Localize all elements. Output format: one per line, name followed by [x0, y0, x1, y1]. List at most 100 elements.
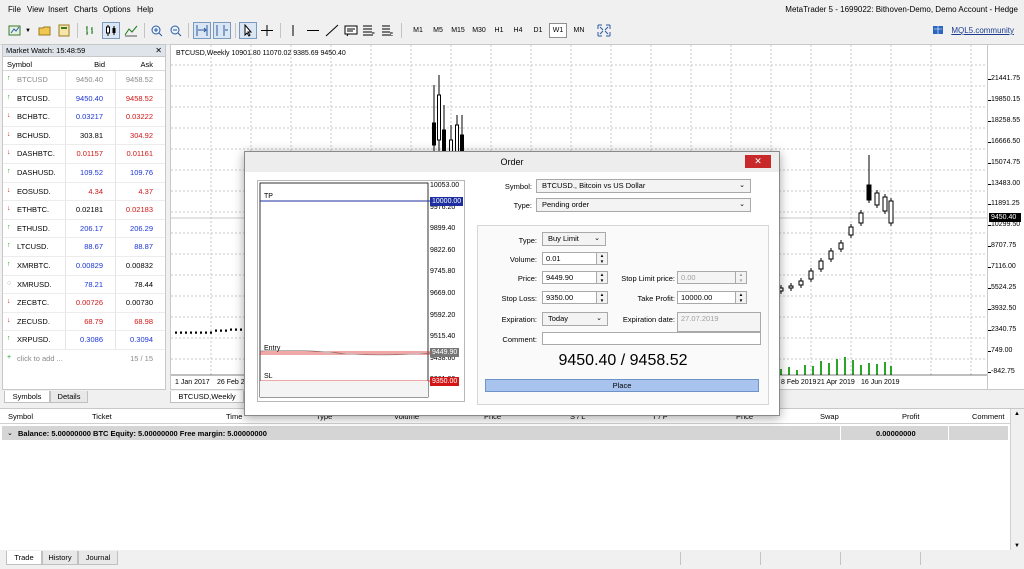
- fullscreen-button[interactable]: [595, 22, 613, 39]
- price-input[interactable]: 9449.90 ▲ ▼: [542, 271, 608, 284]
- svg-text:F: F: [372, 32, 375, 37]
- market-watch-row[interactable]: ↓ ZECUSD. 68.79 68.98: [3, 312, 165, 332]
- timeframe-h1[interactable]: H1: [491, 23, 507, 38]
- close-icon[interactable]: ✕: [155, 45, 162, 56]
- market-watch-icon: [58, 24, 70, 37]
- market-watch-row[interactable]: ↑ BTCUSD. 9450.40 9458.52: [3, 89, 165, 109]
- market-watch-row[interactable]: ↓ EOSUSD. 4.34 4.37: [3, 182, 165, 202]
- stop-limit-input[interactable]: 0.00 ▲ ▼: [677, 271, 747, 284]
- arrow-down-icon: ↓: [7, 205, 11, 213]
- price-spinner[interactable]: ▲ ▼: [596, 272, 607, 283]
- stop-loss-input[interactable]: 9350.00 ▲ ▼: [542, 291, 608, 304]
- order-type-select[interactable]: Pending order ⌄: [536, 198, 751, 212]
- circle-icon: ○: [7, 279, 12, 287]
- mini-chart-price-label: 9669.00: [430, 290, 456, 297]
- menu-options[interactable]: Options: [103, 5, 131, 14]
- bar-chart-button[interactable]: [82, 22, 100, 39]
- comment-input[interactable]: [542, 332, 761, 345]
- vertical-line-button[interactable]: [284, 22, 302, 39]
- menu-view[interactable]: View: [27, 5, 44, 14]
- tab-journal[interactable]: Journal: [78, 551, 118, 565]
- price-scale[interactable]: 21441.75 19850.15 18258.55 16666.50 15074.75…: [988, 44, 1024, 390]
- market-watch-row[interactable]: ↓ BCHUSD. 303.81 304.92: [3, 126, 165, 146]
- market-watch-row[interactable]: ↑ LTCUSD. 88.67 88.87: [3, 238, 165, 257]
- tab-symbols[interactable]: Symbols: [4, 391, 50, 403]
- zoom-in-button[interactable]: [148, 22, 166, 39]
- menu-file[interactable]: File: [8, 5, 21, 14]
- tab-chart-btcusd-weekly[interactable]: BTCUSD,Weekly: [170, 391, 244, 403]
- fibonacci-button[interactable]: F: [360, 22, 378, 39]
- market-watch-row[interactable]: ↑ BTCUSD 9450.40 9458.52: [3, 71, 165, 90]
- mql5-community-link[interactable]: MQL5.community: [951, 26, 1014, 35]
- market-watch-row[interactable]: ↓ DASHBTC. 0.01157 0.01161: [3, 145, 165, 164]
- candlestick-button[interactable]: [102, 22, 120, 39]
- expiration-date-input[interactable]: 27.07.2019: [677, 312, 761, 332]
- symbol-value: BTCUSD., Bitcoin vs US Dollar: [542, 181, 646, 190]
- horizontal-line-button[interactable]: [304, 22, 322, 39]
- volume-spinner[interactable]: ▲ ▼: [596, 253, 607, 264]
- timeframe-w1[interactable]: W1: [549, 23, 567, 38]
- column-time[interactable]: Time: [226, 412, 242, 421]
- chevron-down-icon: ▼: [25, 27, 31, 34]
- column-symbol[interactable]: Symbol: [7, 60, 32, 69]
- column-comment[interactable]: Comment: [972, 412, 1005, 421]
- order-type-label: Type:: [513, 201, 532, 210]
- tab-history[interactable]: History: [42, 551, 78, 565]
- balance-row[interactable]: ⌄ Balance: 5.00000000 BTC Equity: 5.0000…: [2, 426, 1008, 440]
- close-button[interactable]: ✕: [745, 155, 771, 168]
- market-watch-row[interactable]: ↓ BCHBTC. 0.03217 0.03222: [3, 108, 165, 127]
- add-symbol-row[interactable]: + click to add ... 15 / 15: [3, 350, 165, 368]
- market-watch-row[interactable]: ↑ ETHUSD. 206.17 206.29: [3, 219, 165, 239]
- take-profit-spinner[interactable]: ▲ ▼: [735, 292, 746, 303]
- cursor-button[interactable]: [239, 22, 257, 39]
- market-watch-row[interactable]: ↑ DASHUSD. 109.52 109.76: [3, 163, 165, 183]
- chart-mark: [205, 332, 207, 334]
- stop-loss-spinner[interactable]: ▲ ▼: [596, 292, 607, 303]
- date-label: 16 Jun 2019: [861, 379, 900, 386]
- trendline-button[interactable]: [323, 22, 341, 39]
- new-chart-button[interactable]: [6, 22, 24, 39]
- timeframe-mn[interactable]: MN: [569, 23, 589, 38]
- expiration-select[interactable]: Today ⌄: [542, 312, 608, 326]
- timeframe-m1[interactable]: M1: [409, 23, 427, 38]
- symbol-select[interactable]: BTCUSD., Bitcoin vs US Dollar ⌄: [536, 179, 751, 193]
- profiles-button[interactable]: [36, 22, 54, 39]
- zoom-out-button[interactable]: [167, 22, 185, 39]
- more-objects-button[interactable]: E: [379, 22, 397, 39]
- column-symbol[interactable]: Symbol: [8, 412, 33, 421]
- market-watch-row[interactable]: ↑ XRPUSD. 0.3086 0.3094: [3, 331, 165, 350]
- dialog-titlebar[interactable]: Order ✕: [245, 152, 779, 172]
- column-profit[interactable]: Profit: [902, 412, 920, 421]
- line-chart-button[interactable]: [122, 22, 140, 39]
- new-chart-dropdown[interactable]: ▼: [24, 22, 32, 39]
- timeframe-m15[interactable]: M15: [448, 23, 468, 38]
- market-watch-row[interactable]: ↓ ZECBTC. 0.00726 0.00730: [3, 294, 165, 313]
- crosshair-button[interactable]: [258, 22, 276, 39]
- market-watch-button[interactable]: [55, 22, 73, 39]
- market-watch-row[interactable]: ↓ ETHBTC. 0.02181 0.02183: [3, 201, 165, 220]
- tab-details[interactable]: Details: [50, 391, 88, 403]
- market-watch-row[interactable]: ○ XMRUSD. 78.21 78.44: [3, 275, 165, 295]
- menu-charts[interactable]: Charts: [74, 5, 98, 14]
- menu-help[interactable]: Help: [137, 5, 153, 14]
- tab-trade[interactable]: Trade: [6, 551, 42, 565]
- chart-shift-button[interactable]: [213, 22, 231, 39]
- timeframe-h4[interactable]: H4: [510, 23, 526, 38]
- market-watch-row[interactable]: ↑ XMRBTC. 0.00829 0.00832: [3, 256, 165, 276]
- timeframe-m30[interactable]: M30: [469, 23, 489, 38]
- column-swap[interactable]: Swap: [820, 412, 839, 421]
- column-ticket[interactable]: Ticket: [92, 412, 112, 421]
- volume-input[interactable]: 0.01 ▲ ▼: [542, 252, 608, 265]
- timeframe-m5[interactable]: M5: [429, 23, 447, 38]
- pending-type-select[interactable]: Buy Limit ⌄: [542, 232, 606, 246]
- tile-windows-button[interactable]: [193, 22, 211, 39]
- column-ask[interactable]: Ask: [140, 60, 153, 69]
- text-button[interactable]: [342, 22, 360, 39]
- menu-insert[interactable]: Insert: [48, 5, 68, 14]
- terminal-scrollbar[interactable]: ▲ ▼: [1010, 409, 1024, 551]
- take-profit-input[interactable]: 10000.00 ▲ ▼: [677, 291, 747, 304]
- place-button[interactable]: Place: [485, 379, 759, 392]
- column-bid[interactable]: Bid: [94, 60, 105, 69]
- timeframe-d1[interactable]: D1: [529, 23, 547, 38]
- stop-limit-spinner[interactable]: ▲ ▼: [735, 272, 746, 283]
